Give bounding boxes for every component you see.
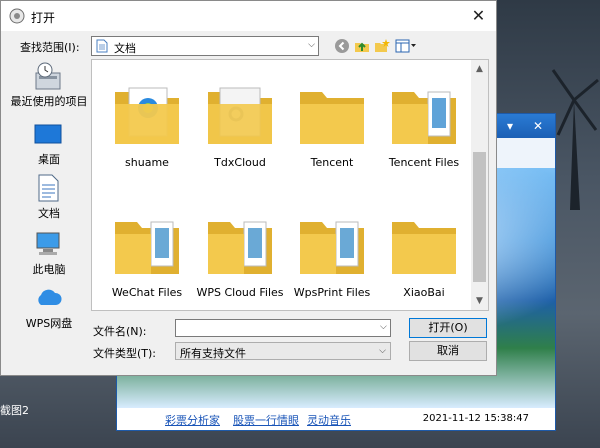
folder-tencent[interactable]: Tencent xyxy=(282,64,382,174)
file-list[interactable]: shuame TdxCloud Tencent Tencent Files We… xyxy=(91,59,489,311)
recent-icon xyxy=(35,62,61,90)
open-button[interactable]: 打开(O) xyxy=(409,318,487,338)
folder-wechat-files[interactable]: WeChat Files xyxy=(97,194,197,304)
up-folder-icon[interactable] xyxy=(354,38,370,54)
dialog-title: 打开 xyxy=(31,11,56,25)
folder-shuame[interactable]: shuame xyxy=(97,64,197,174)
chevron-down-icon: ⌵ xyxy=(379,346,386,356)
folder-icon xyxy=(300,221,364,274)
menu-dropdown-icon[interactable]: ▾ xyxy=(499,118,521,134)
link-lottery[interactable]: 彩票分析家 xyxy=(165,412,220,428)
folder-icon xyxy=(300,92,364,144)
vertical-scrollbar[interactable]: ▲ ▼ xyxy=(471,60,488,310)
documents-icon xyxy=(38,174,59,202)
folder-wpsprint-files[interactable]: WpsPrint Files xyxy=(282,194,382,304)
look-in-label: 查找范围(I): xyxy=(20,41,80,54)
app-icon xyxy=(9,8,25,24)
file-type-label: 文件类型(T): xyxy=(93,347,157,360)
scroll-down-icon[interactable]: ▼ xyxy=(471,296,488,306)
folder-icon xyxy=(208,87,272,144)
place-computer[interactable]: 此电脑 xyxy=(9,227,89,281)
place-recent[interactable]: 最近使用的项目 xyxy=(9,59,89,113)
scroll-up-icon[interactable]: ▲ xyxy=(471,64,488,74)
link-stock[interactable]: 股票一行情眼 xyxy=(233,412,299,428)
background-window-footer: 彩票分析家 股票一行情眼 灵动音乐 2021-11-12 15:38:47 xyxy=(117,408,555,430)
file-type-dropdown[interactable]: 所有支持文件 ⌵ xyxy=(175,342,391,360)
timestamp: 2021-11-12 15:38:47 xyxy=(422,413,529,424)
look-in-dropdown[interactable]: 文档 ⌵ xyxy=(91,36,319,56)
folder-icon xyxy=(115,87,179,144)
file-type-value: 所有支持文件 xyxy=(180,347,246,360)
file-name: WPS Cloud Files xyxy=(196,286,284,299)
file-name: shuame xyxy=(125,156,169,169)
folder-icon xyxy=(392,91,456,144)
back-icon[interactable] xyxy=(334,38,350,54)
new-folder-icon[interactable] xyxy=(374,38,390,54)
folder-icon xyxy=(115,221,179,274)
cancel-button[interactable]: 取消 xyxy=(409,341,487,361)
folder-xiaobai[interactable]: XiaoBai xyxy=(374,194,474,304)
link-music[interactable]: 灵动音乐 xyxy=(307,412,351,428)
file-name: Tencent Files xyxy=(388,156,460,169)
folder-tdxcloud[interactable]: TdxCloud xyxy=(190,64,290,174)
document-icon xyxy=(96,39,108,53)
places-bar: 最近使用的项目 桌面 文档 此电脑 WPS网盘 xyxy=(9,59,89,330)
look-in-value: 文档 xyxy=(114,42,136,55)
chevron-down-icon[interactable]: ⌵ xyxy=(380,322,387,332)
view-menu-icon[interactable] xyxy=(395,38,417,54)
open-file-dialog: 打开 ✕ 查找范围(I): 文档 ⌵ 最近使用的项目 桌面 文档 此电脑 WPS… xyxy=(0,0,497,376)
scrollbar-thumb[interactable] xyxy=(473,152,486,282)
folder-wps-cloud-files[interactable]: WPS Cloud Files xyxy=(190,194,290,304)
place-desktop[interactable]: 桌面 xyxy=(9,117,89,171)
desktop-icon-label[interactable]: 截图2 xyxy=(0,402,29,418)
place-label: 文档 xyxy=(38,207,60,220)
place-wps-cloud[interactable]: WPS网盘 xyxy=(9,281,89,335)
file-name: TdxCloud xyxy=(214,156,266,169)
folder-icon xyxy=(392,222,456,274)
desktop-icon xyxy=(34,124,62,144)
place-label: WPS网盘 xyxy=(25,317,73,330)
close-button[interactable]: ✕ xyxy=(461,1,496,31)
computer-icon xyxy=(36,232,60,255)
folder-tencent-files[interactable]: Tencent Files xyxy=(374,64,474,174)
cloud-icon xyxy=(38,289,62,305)
chevron-down-icon: ⌵ xyxy=(308,40,315,50)
close-icon[interactable]: ✕ xyxy=(527,118,549,134)
file-name-input[interactable] xyxy=(175,319,391,337)
place-label: 此电脑 xyxy=(32,263,66,276)
folder-icon xyxy=(208,221,272,274)
place-label: 最近使用的项目 xyxy=(10,95,88,108)
file-name: Tencent xyxy=(310,156,354,169)
place-documents[interactable]: 文档 xyxy=(9,171,89,225)
file-name-label: 文件名(N): xyxy=(93,325,147,338)
dialog-title-bar[interactable]: 打开 ✕ xyxy=(1,1,496,31)
file-name: XiaoBai xyxy=(403,286,445,299)
file-name: WpsPrint Files xyxy=(293,286,371,299)
file-name: WeChat Files xyxy=(111,286,183,299)
place-label: 桌面 xyxy=(38,153,60,166)
